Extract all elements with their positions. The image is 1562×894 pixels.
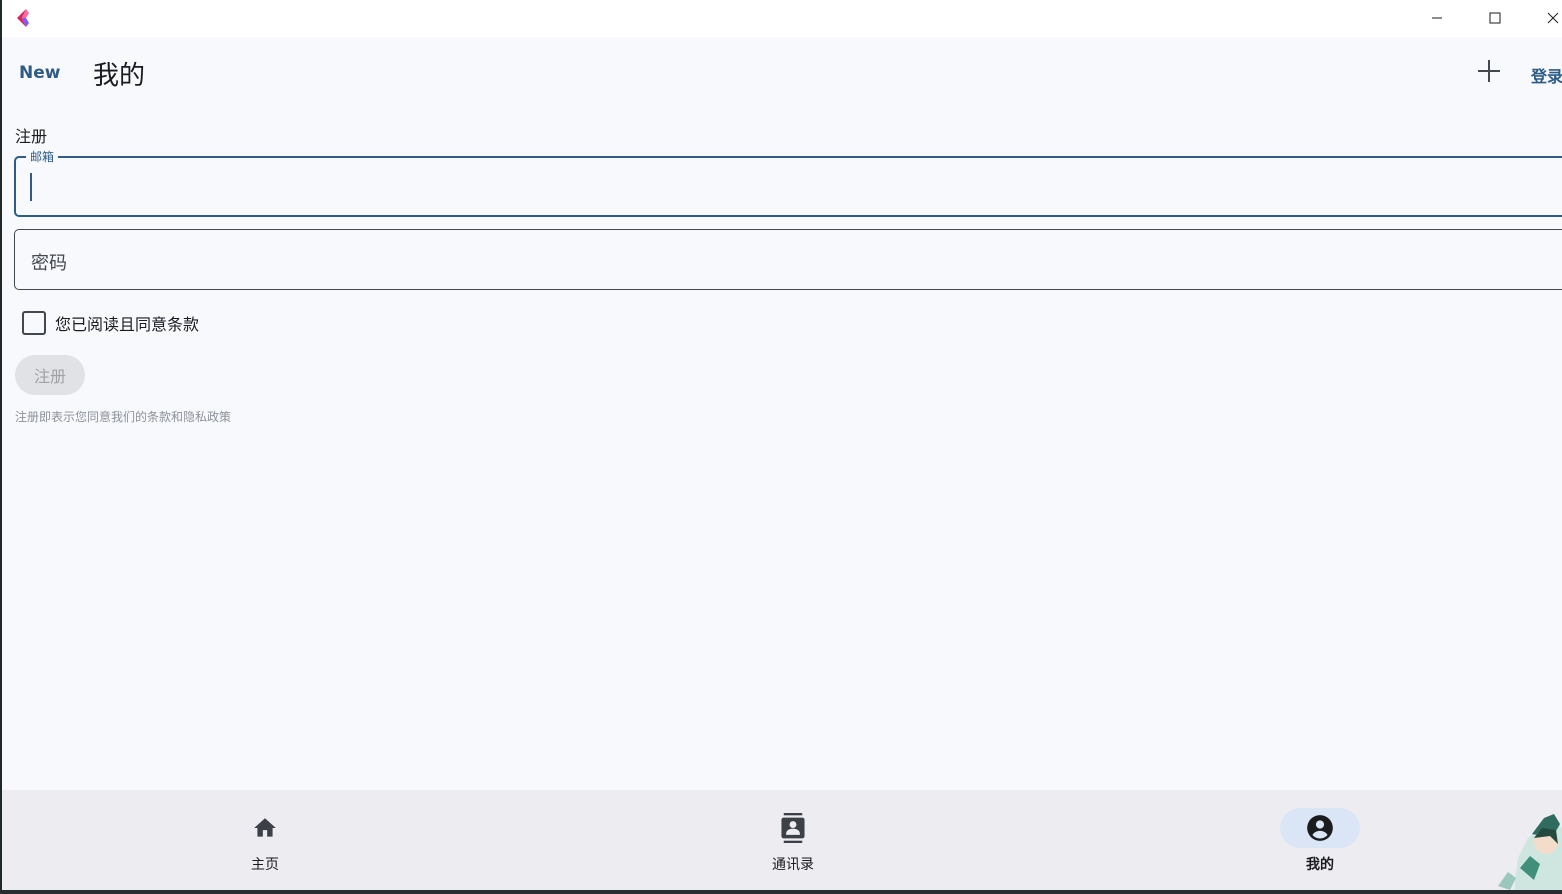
character-sticker-image (1498, 814, 1562, 890)
app-logo-icon (17, 9, 29, 27)
password-placeholder: 密码 (31, 253, 67, 274)
nav-item-contacts[interactable]: 通讯录 (728, 790, 858, 890)
account-circle-icon (1307, 815, 1333, 841)
section-title: 注册 (15, 127, 48, 146)
plus-icon (1478, 60, 1500, 82)
agree-checkbox[interactable] (22, 311, 46, 335)
nav-item-mine[interactable]: 我的 (1255, 790, 1385, 890)
email-field-label: 邮箱 (26, 150, 59, 164)
register-button[interactable]: 注册 (15, 355, 85, 395)
close-button[interactable] (1530, 0, 1562, 36)
close-icon (1547, 12, 1559, 24)
maximize-icon (1489, 12, 1501, 24)
nav-label-home: 主页 (251, 857, 279, 873)
nav-label-contacts: 通讯录 (772, 857, 814, 873)
terms-footnote: 注册即表示您同意我们的条款和隐私政策 (15, 410, 232, 424)
nav-indicator (225, 808, 305, 848)
add-button[interactable] (1476, 58, 1502, 84)
contacts-icon (781, 813, 805, 843)
nav-indicator (753, 808, 833, 848)
page-title: 我的 (93, 61, 146, 91)
agree-terms-row[interactable]: 您已阅读且同意条款 (22, 310, 199, 336)
app-bar: New 我的 登录 (2, 37, 1562, 109)
minimize-button[interactable] (1414, 0, 1460, 36)
window-titlebar[interactable] (2, 0, 1562, 37)
maximize-button[interactable] (1472, 0, 1518, 36)
nav-label-mine: 我的 (1306, 857, 1334, 873)
bottom-navigation: 主页 通讯录 我的 (2, 790, 1562, 890)
text-caret (30, 173, 32, 201)
home-icon (254, 818, 276, 837)
nav-indicator-active (1280, 808, 1360, 848)
agree-label: 您已阅读且同意条款 (55, 315, 200, 334)
login-button[interactable]: 登录 (1531, 63, 1562, 87)
new-button[interactable]: New (19, 63, 60, 83)
minimize-icon (1432, 17, 1442, 19)
email-field[interactable] (14, 156, 1562, 217)
nav-item-home[interactable]: 主页 (200, 790, 330, 890)
window-left-edge (0, 0, 2, 894)
window-bottom-edge (0, 890, 1562, 894)
password-field[interactable] (14, 229, 1562, 290)
